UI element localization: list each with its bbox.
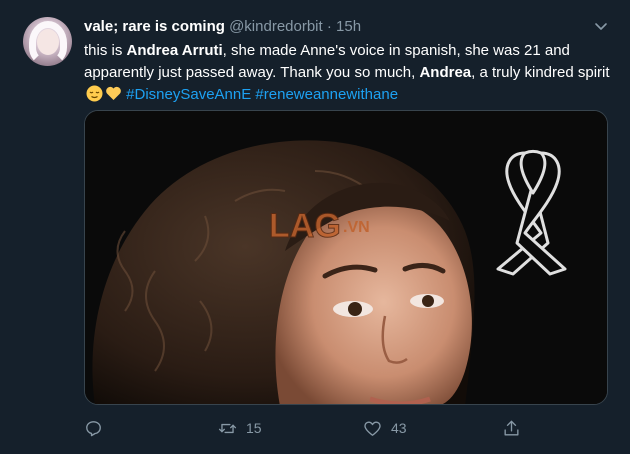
- share-icon: [504, 420, 519, 436]
- tweet[interactable]: vale; rare is coming @kindredorbit · 15h…: [0, 0, 630, 454]
- chevron-down-icon[interactable]: [593, 18, 609, 34]
- watermark-logo: LAG: [269, 207, 341, 245]
- mention-name: Andrea Arruti: [126, 42, 223, 59]
- reply-button[interactable]: [84, 417, 112, 439]
- hashtag-link[interactable]: #DisneySaveAnnE: [126, 86, 251, 103]
- watermark-logo: .VN: [343, 219, 370, 236]
- separator-dot: ·: [326, 18, 332, 35]
- timestamp[interactable]: 15h: [336, 18, 361, 35]
- retweet-button[interactable]: 15: [218, 417, 262, 439]
- text-part: , a truly kindred spirit: [471, 64, 610, 81]
- reply-icon: [86, 420, 101, 436]
- relieved-face-emoji: [86, 85, 103, 102]
- text-part: this is: [84, 42, 127, 59]
- retweet-count: 15: [246, 420, 262, 436]
- retweet-icon: [218, 423, 237, 433]
- like-count: 43: [391, 420, 407, 436]
- mention-name: Andrea: [419, 64, 472, 81]
- tweet-text: this is Andrea Arruti, she made Anne's v…: [84, 40, 614, 106]
- tweet-image[interactable]: LAG .VN: [84, 110, 608, 405]
- hashtag-link[interactable]: #reneweannewithane: [255, 86, 398, 103]
- tweet-actions: 15 43: [84, 417, 608, 439]
- display-name[interactable]: vale; rare is coming: [84, 18, 225, 35]
- tweet-header: vale; rare is coming @kindredorbit · 15h: [84, 18, 361, 36]
- like-button[interactable]: 43: [363, 417, 407, 439]
- heart-icon: [364, 420, 381, 436]
- user-handle[interactable]: @kindredorbit: [229, 18, 323, 35]
- avatar[interactable]: [23, 17, 72, 66]
- share-button[interactable]: [502, 417, 521, 439]
- avatar-face: [37, 29, 59, 55]
- yellow-heart-emoji: [105, 85, 122, 102]
